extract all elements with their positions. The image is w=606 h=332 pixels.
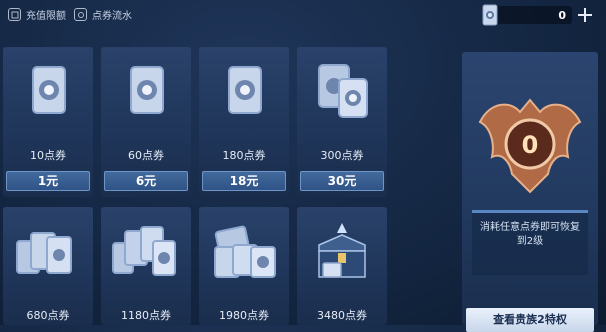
coupon-amount: 1980点券 [219,309,269,322]
coupon-amount: 60点券 [128,149,164,162]
card-stack-icon [214,225,276,278]
add-coupon-plus-icon[interactable] [578,8,592,22]
single-card-icon [32,66,66,114]
recharge-limit-label: 充值限额 [26,11,66,22]
coupon-icon [482,4,498,26]
coupon-card-10[interactable]: 10点券 1元 [3,47,93,197]
coupon-amount: 180点券 [222,149,266,162]
coupon-balance-bar: 0 [482,4,572,26]
card-fan-icon [16,232,72,274]
noble-description: 消耗任意点券即可恢复到2级 [480,222,580,247]
top-bar: 充值限额 点券流水 0 [0,0,606,32]
coupon-flow-link[interactable]: 点券流水 [74,7,132,22]
noble-panel: 0 消耗任意点券即可恢复到2级 查看贵族2特权 [462,52,598,332]
coupon-amount: 680点券 [26,309,70,322]
coupon-balance-value: 0 [558,8,566,22]
coupon-amount: 10点券 [30,149,66,162]
coupon-flow-icon [74,8,87,21]
single-card-icon [130,66,164,114]
card-fan-icon [112,226,176,276]
coupon-flow-label: 点券流水 [92,11,132,22]
single-card-icon [228,66,262,114]
coupon-card-680[interactable]: 680点券 [3,207,93,325]
coupon-card-60[interactable]: 60点券 6元 [101,47,191,197]
price-button[interactable]: 18元 [202,171,286,191]
noble-level-badge-icon: 0 [478,98,582,194]
recharge-limit-icon [8,8,21,21]
coupon-amount: 300点券 [320,149,364,162]
price-button[interactable]: 1元 [6,171,90,191]
view-noble-privilege-button[interactable]: 查看贵族2特权 [466,308,594,332]
double-card-icon [318,64,368,118]
noble-level-number: 0 [522,131,539,159]
coupon-card-180[interactable]: 180点券 18元 [199,47,289,197]
recharge-limit-link[interactable]: 充值限额 [8,7,66,22]
noble-desc-box: 消耗任意点券即可恢复到2级 [472,210,588,275]
price-button[interactable]: 30元 [300,171,384,191]
coupon-card-300[interactable]: 300点券 30元 [297,47,387,197]
coupon-card-1980[interactable]: 1980点券 [199,207,289,325]
coupon-balance: 0 [482,4,592,26]
price-button[interactable]: 6元 [104,171,188,191]
coupon-card-3480[interactable]: 3480点券 [297,207,387,325]
treasure-chest-icon [318,223,366,278]
coupon-card-1180[interactable]: 1180点券 [101,207,191,325]
coupon-amount: 3480点券 [317,309,367,322]
coupon-amount: 1180点券 [121,309,171,322]
